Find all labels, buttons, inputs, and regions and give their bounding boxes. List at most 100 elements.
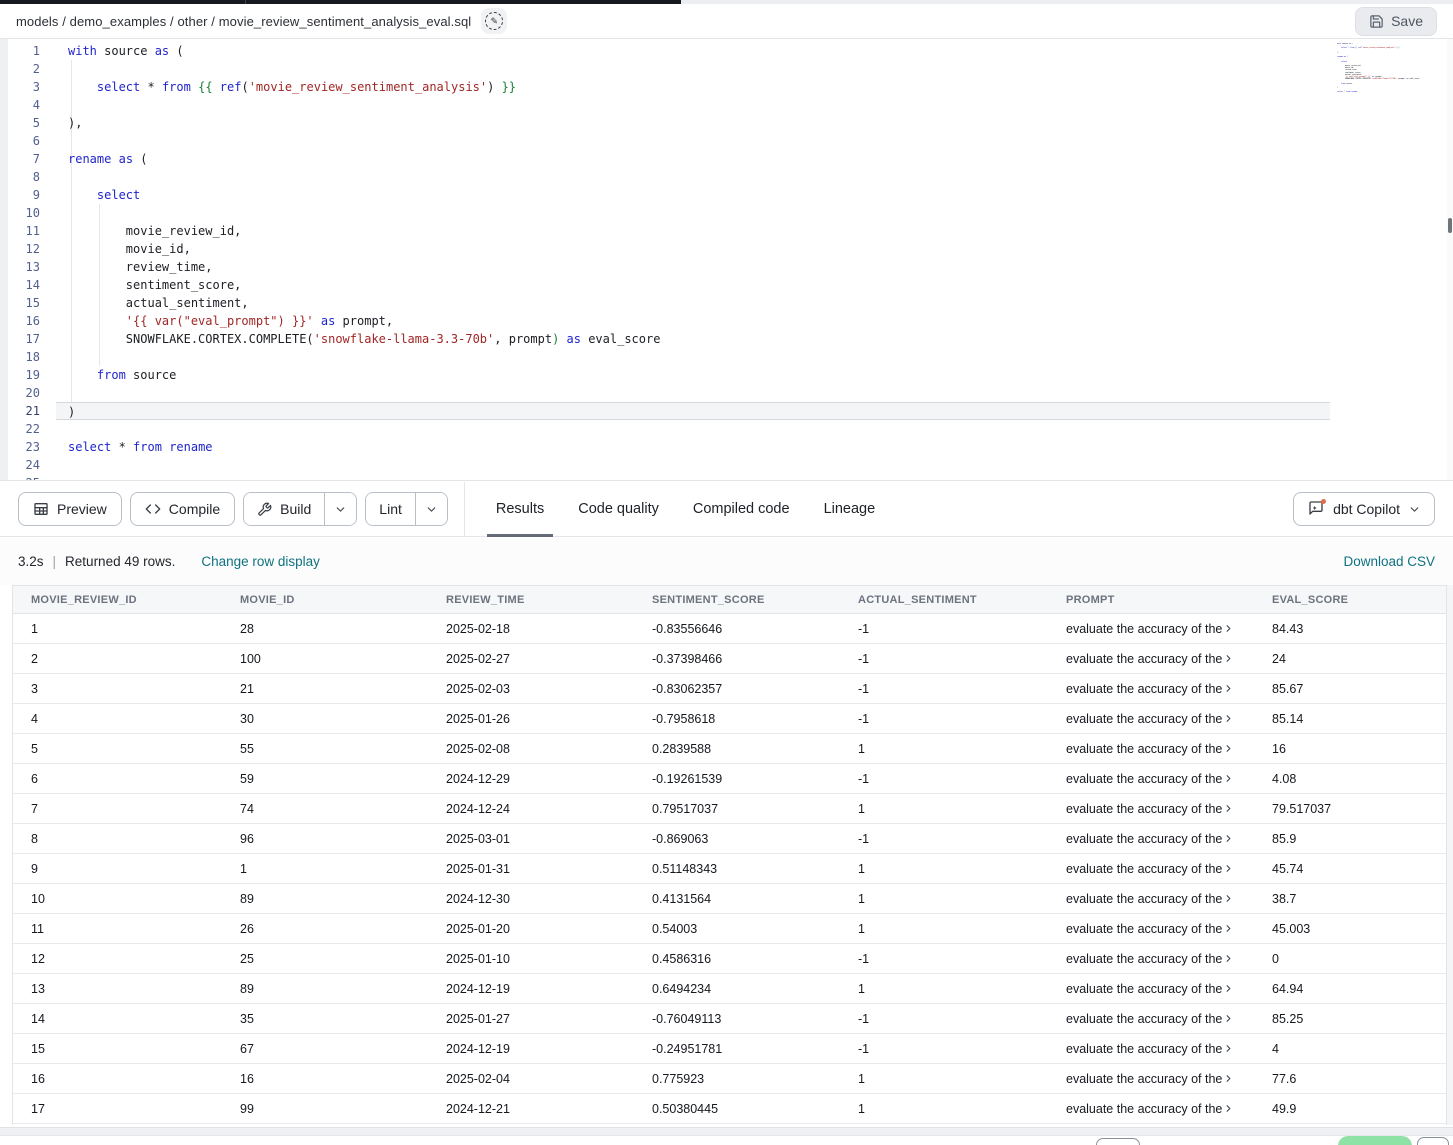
cell-prompt[interactable]: evaluate the accuracy of the res…	[1048, 1102, 1254, 1116]
expand-cell-icon[interactable]	[1223, 1043, 1234, 1054]
table-row[interactable]: 3212025-02-03-0.83062357-1evaluate the a…	[13, 674, 1446, 704]
expand-cell-icon[interactable]	[1223, 833, 1234, 844]
expand-cell-icon[interactable]	[1223, 743, 1234, 754]
code-line[interactable]: 8	[8, 168, 1447, 186]
table-row[interactable]: 11262025-01-200.540031evaluate the accur…	[13, 914, 1446, 944]
expand-cell-icon[interactable]	[1223, 953, 1234, 964]
table-row[interactable]: 16162025-02-040.7759231evaluate the accu…	[13, 1064, 1446, 1094]
expand-cell-icon[interactable]	[1223, 713, 1234, 724]
code-line[interactable]: 21)	[8, 402, 1447, 420]
editor-scrollbar-thumb[interactable]	[1448, 218, 1452, 233]
cell-prompt[interactable]: evaluate the accuracy of the res…	[1048, 742, 1254, 756]
compile-button[interactable]: Compile	[130, 492, 235, 526]
expand-cell-icon[interactable]	[1223, 983, 1234, 994]
code-line[interactable]: 22	[8, 420, 1447, 438]
table-row[interactable]: 8962025-03-01-0.869063-1evaluate the acc…	[13, 824, 1446, 854]
table-row[interactable]: 13892024-12-190.64942341evaluate the acc…	[13, 974, 1446, 1004]
table-scrollbar[interactable]	[1447, 585, 1453, 1125]
dbt-copilot-button[interactable]: dbt Copilot	[1293, 492, 1435, 526]
code-lines[interactable]: 1with source as (23 select * from {{ ref…	[8, 42, 1447, 481]
expand-cell-icon[interactable]	[1223, 623, 1234, 634]
bottom-scrollbar-track[interactable]	[0, 1127, 1453, 1136]
column-header-review_time[interactable]: REVIEW_TIME	[428, 594, 634, 606]
table-row[interactable]: 17992024-12-210.503804451evaluate the ac…	[13, 1094, 1446, 1124]
code-line[interactable]: 13 review_time,	[8, 258, 1447, 276]
code-line[interactable]: 12 movie_id,	[8, 240, 1447, 258]
code-line[interactable]: 17 SNOWFLAKE.CORTEX.COMPLETE('snowflake-…	[8, 330, 1447, 348]
edit-file-button[interactable]: ✎	[481, 8, 507, 34]
table-row[interactable]: 4302025-01-26-0.7958618-1evaluate the ac…	[13, 704, 1446, 734]
lint-dropdown-button[interactable]	[415, 493, 447, 525]
column-header-actual_sentiment[interactable]: ACTUAL_SENTIMENT	[840, 594, 1048, 606]
cell-prompt[interactable]: evaluate the accuracy of the res…	[1048, 802, 1254, 816]
table-row[interactable]: 5552025-02-080.28395881evaluate the accu…	[13, 734, 1446, 764]
editor-minimap[interactable]: with source as ( select * from {{ ref('m…	[1337, 43, 1445, 103]
expand-cell-icon[interactable]	[1223, 1103, 1234, 1114]
table-row[interactable]: 6592024-12-29-0.19261539-1evaluate the a…	[13, 764, 1446, 794]
table-row[interactable]: 10892024-12-300.41315641evaluate the acc…	[13, 884, 1446, 914]
table-row[interactable]: 15672024-12-19-0.24951781-1evaluate the …	[13, 1034, 1446, 1064]
code-line[interactable]: 7rename as (	[8, 150, 1447, 168]
cell-prompt[interactable]: evaluate the accuracy of the res…	[1048, 772, 1254, 786]
cell-prompt[interactable]: evaluate the accuracy of the res…	[1048, 892, 1254, 906]
column-header-movie_review_id[interactable]: MOVIE_REVIEW_ID	[13, 594, 222, 606]
expand-cell-icon[interactable]	[1223, 1013, 1234, 1024]
tab-lineage[interactable]: Lineage	[807, 482, 893, 537]
code-line[interactable]: 9 select	[8, 186, 1447, 204]
code-line[interactable]: 4	[8, 96, 1447, 114]
code-line[interactable]: 10	[8, 204, 1447, 222]
partial-green-pill-button[interactable]	[1338, 1136, 1412, 1145]
code-line[interactable]: 20	[8, 384, 1447, 402]
build-dropdown-button[interactable]	[324, 493, 356, 525]
cell-prompt[interactable]: evaluate the accuracy of the res…	[1048, 952, 1254, 966]
table-row[interactable]: 14352025-01-27-0.76049113-1evaluate the …	[13, 1004, 1446, 1034]
save-button[interactable]: Save	[1355, 7, 1437, 36]
code-line[interactable]: 6	[8, 132, 1447, 150]
sql-code-editor[interactable]: 1with source as (23 select * from {{ ref…	[0, 39, 1453, 481]
breadcrumb[interactable]: models / demo_examples / other / movie_r…	[16, 14, 471, 29]
cell-prompt[interactable]: evaluate the accuracy of the res…	[1048, 1012, 1254, 1026]
code-line[interactable]: 24	[8, 456, 1447, 474]
code-line[interactable]: 19 from source	[8, 366, 1447, 384]
table-row[interactable]: 912025-01-310.511483431evaluate the accu…	[13, 854, 1446, 884]
cell-prompt[interactable]: evaluate the accuracy of the res…	[1048, 712, 1254, 726]
expand-cell-icon[interactable]	[1223, 683, 1234, 694]
expand-cell-icon[interactable]	[1223, 773, 1234, 784]
column-header-movie_id[interactable]: MOVIE_ID	[222, 594, 428, 606]
code-line[interactable]: 2	[8, 60, 1447, 78]
code-line[interactable]: 1with source as (	[8, 42, 1447, 60]
cell-prompt[interactable]: evaluate the accuracy of the res…	[1048, 622, 1254, 636]
tab-results[interactable]: Results	[479, 482, 561, 537]
code-line[interactable]: 3 select * from {{ ref('movie_review_sen…	[8, 78, 1447, 96]
build-button[interactable]: Build	[244, 493, 324, 525]
partial-button[interactable]	[1417, 1137, 1449, 1145]
code-line[interactable]: 15 actual_sentiment,	[8, 294, 1447, 312]
cell-prompt[interactable]: evaluate the accuracy of the res…	[1048, 682, 1254, 696]
preview-button[interactable]: Preview	[18, 492, 122, 526]
expand-cell-icon[interactable]	[1223, 893, 1234, 904]
code-line[interactable]: 25	[8, 474, 1447, 481]
cell-prompt[interactable]: evaluate the accuracy of the res…	[1048, 982, 1254, 996]
expand-cell-icon[interactable]	[1223, 923, 1234, 934]
code-line[interactable]: 23select * from rename	[8, 438, 1447, 456]
expand-cell-icon[interactable]	[1223, 653, 1234, 664]
expand-cell-icon[interactable]	[1223, 863, 1234, 874]
column-header-sentiment_score[interactable]: SENTIMENT_SCORE	[634, 594, 840, 606]
cell-prompt[interactable]: evaluate the accuracy of the res…	[1048, 1042, 1254, 1056]
column-header-eval_score[interactable]: EVAL_SCORE	[1254, 594, 1446, 606]
table-row[interactable]: 7742024-12-240.795170371evaluate the acc…	[13, 794, 1446, 824]
code-line[interactable]: 14 sentiment_score,	[8, 276, 1447, 294]
table-row[interactable]: 21002025-02-27-0.37398466-1evaluate the …	[13, 644, 1446, 674]
tab-compiled-code[interactable]: Compiled code	[676, 482, 807, 537]
cell-prompt[interactable]: evaluate the accuracy of the res…	[1048, 922, 1254, 936]
lint-button[interactable]: Lint	[366, 493, 415, 525]
code-line[interactable]: 18	[8, 348, 1447, 366]
cell-prompt[interactable]: evaluate the accuracy of the res…	[1048, 652, 1254, 666]
cell-prompt[interactable]: evaluate the accuracy of the res…	[1048, 832, 1254, 846]
editor-scrollbar[interactable]	[1447, 39, 1453, 481]
cell-prompt[interactable]: evaluate the accuracy of the res…	[1048, 862, 1254, 876]
code-line[interactable]: 16 '{{ var("eval_prompt") }}' as prompt,	[8, 312, 1447, 330]
download-csv-link[interactable]: Download CSV	[1343, 554, 1435, 569]
column-header-prompt[interactable]: PROMPT	[1048, 594, 1254, 606]
change-row-display-link[interactable]: Change row display	[201, 554, 320, 569]
